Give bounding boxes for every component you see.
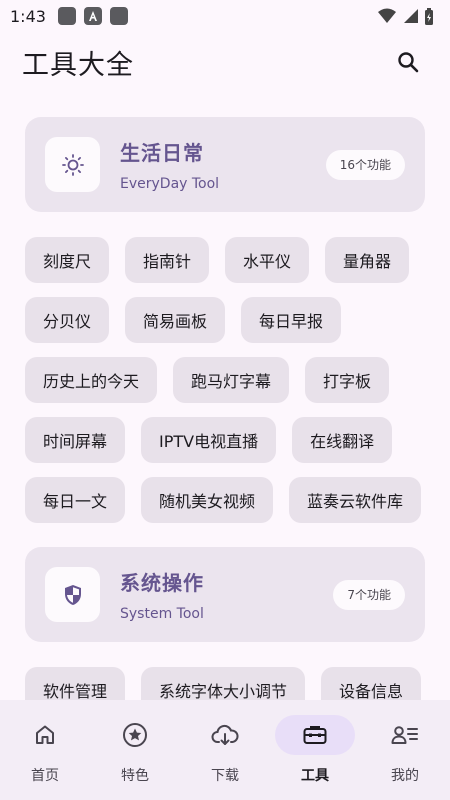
tool-chip-iptv[interactable]: IPTV电视直播 xyxy=(141,417,277,463)
category-icon-box xyxy=(45,137,100,192)
nav-item-profile[interactable]: 我的 xyxy=(360,715,450,800)
category-title: 生活日常 xyxy=(120,141,204,165)
tool-chip-compass[interactable]: 指南针 xyxy=(125,237,210,283)
tool-chip-lanzou-library[interactable]: 蓝奏云软件库 xyxy=(289,477,422,523)
tool-chip-time-screen[interactable]: 时间屏幕 xyxy=(25,417,126,463)
notification-icon xyxy=(57,7,76,25)
tool-chip-random-video[interactable]: 随机美女视频 xyxy=(141,477,274,523)
cloud-download-icon xyxy=(211,724,239,745)
tool-chip-decibel[interactable]: 分贝仪 xyxy=(25,297,110,343)
category-count-badge: 7个功能 xyxy=(333,579,405,610)
toolbox-icon xyxy=(303,726,327,744)
page-title: 工具大全 xyxy=(22,49,134,81)
shield-icon xyxy=(64,584,81,605)
nav-item-featured[interactable]: 特色 xyxy=(90,715,180,800)
nav-label: 特色 xyxy=(121,768,149,784)
nav-label: 下载 xyxy=(211,768,239,784)
signal-icon xyxy=(404,9,418,23)
bottom-navigation: 首页 特色 下载 工具 我的 xyxy=(0,700,450,800)
nav-item-home[interactable]: 首页 xyxy=(0,715,90,800)
nav-item-download[interactable]: 下载 xyxy=(180,715,270,800)
tool-chip-morning-news[interactable]: 每日早报 xyxy=(241,297,342,343)
tool-chip-marquee[interactable]: 跑马灯字幕 xyxy=(173,357,290,403)
search-button[interactable] xyxy=(388,42,428,82)
font-notification-icon xyxy=(83,7,102,25)
profile-icon xyxy=(391,726,418,744)
category-card-everyday[interactable]: 生活日常 EveryDay Tool 16个功能 xyxy=(25,117,425,212)
app-header: 工具大全 xyxy=(0,32,450,92)
star-icon xyxy=(123,723,147,747)
wifi-icon xyxy=(378,8,396,23)
system-tool-chips: 软件管理 系统字体大小调节 设备信息 xyxy=(25,667,425,700)
tool-chip-app-manager[interactable]: 软件管理 xyxy=(25,667,126,700)
search-icon xyxy=(398,52,419,73)
nav-label: 首页 xyxy=(31,768,59,784)
sun-icon xyxy=(61,153,84,176)
status-time: 1:43 xyxy=(10,6,46,26)
category-subtitle: EveryDay Tool xyxy=(120,176,220,192)
category-icon-box xyxy=(45,567,100,622)
app-notification-icon xyxy=(109,7,128,25)
nav-label: 工具 xyxy=(301,768,329,784)
tool-chip-typing-board[interactable]: 打字板 xyxy=(305,357,390,403)
tool-chip-level[interactable]: 水平仪 xyxy=(225,237,310,283)
category-count-badge: 16个功能 xyxy=(325,149,405,180)
category-title: 系统操作 xyxy=(120,571,204,595)
tool-chip-translate[interactable]: 在线翻译 xyxy=(292,417,393,463)
category-card-system[interactable]: 系统操作 System Tool 7个功能 xyxy=(25,547,425,642)
home-icon xyxy=(36,725,54,744)
nav-label: 我的 xyxy=(391,768,419,784)
nav-item-tools[interactable]: 工具 xyxy=(270,715,360,800)
tool-chip-drawing-board[interactable]: 简易画板 xyxy=(125,297,226,343)
tool-chip-protractor[interactable]: 量角器 xyxy=(325,237,410,283)
tool-chip-ruler[interactable]: 刻度尺 xyxy=(25,237,110,283)
tool-chip-daily-article[interactable]: 每日一文 xyxy=(25,477,126,523)
battery-icon xyxy=(425,7,433,25)
tool-chip-font-size[interactable]: 系统字体大小调节 xyxy=(141,667,306,700)
everyday-tool-chips: 刻度尺 指南针 水平仪 量角器 分贝仪 简易画板 每日早报 历史上的今天 跑马灯… xyxy=(25,237,425,523)
tool-chip-today-in-history[interactable]: 历史上的今天 xyxy=(25,357,158,403)
tool-list[interactable]: 生活日常 EveryDay Tool 16个功能 刻度尺 指南针 水平仪 量角器… xyxy=(0,92,450,700)
tool-chip-device-info[interactable]: 设备信息 xyxy=(321,667,422,700)
status-bar: 1:43 xyxy=(0,0,450,32)
category-subtitle: System Tool xyxy=(120,606,204,622)
